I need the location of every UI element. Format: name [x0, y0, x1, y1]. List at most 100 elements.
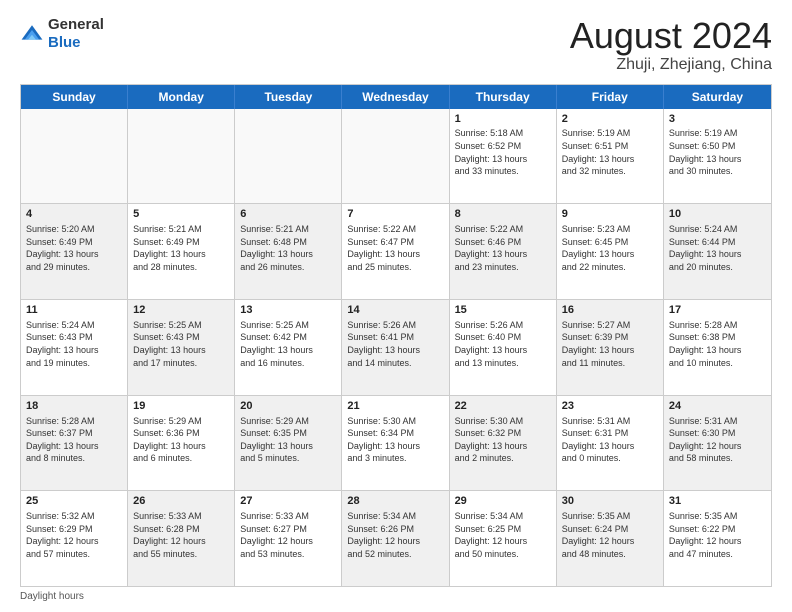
- cell-details: Sunrise: 5:20 AMSunset: 6:49 PMDaylight:…: [26, 223, 122, 273]
- table-row: 22Sunrise: 5:30 AMSunset: 6:32 PMDayligh…: [450, 396, 557, 491]
- table-row: 9Sunrise: 5:23 AMSunset: 6:45 PMDaylight…: [557, 204, 664, 299]
- cell-details: Sunrise: 5:18 AMSunset: 6:52 PMDaylight:…: [455, 127, 551, 177]
- day-number: 29: [455, 494, 551, 509]
- table-row: 30Sunrise: 5:35 AMSunset: 6:24 PMDayligh…: [557, 491, 664, 586]
- cell-details: Sunrise: 5:26 AMSunset: 6:40 PMDaylight:…: [455, 319, 551, 369]
- day-number: 6: [240, 207, 336, 222]
- cell-details: Sunrise: 5:34 AMSunset: 6:25 PMDaylight:…: [455, 510, 551, 560]
- header: General Blue August 2024 Zhuji, Zhejiang…: [20, 16, 772, 74]
- day-number: 10: [669, 207, 766, 222]
- cell-details: Sunrise: 5:24 AMSunset: 6:43 PMDaylight:…: [26, 319, 122, 369]
- day-header: Monday: [128, 85, 235, 109]
- cell-details: Sunrise: 5:33 AMSunset: 6:27 PMDaylight:…: [240, 510, 336, 560]
- calendar-body: 1Sunrise: 5:18 AMSunset: 6:52 PMDaylight…: [21, 109, 771, 586]
- footer-note: Daylight hours: [20, 587, 772, 602]
- cell-details: Sunrise: 5:19 AMSunset: 6:50 PMDaylight:…: [669, 127, 766, 177]
- cell-details: Sunrise: 5:19 AMSunset: 6:51 PMDaylight:…: [562, 127, 658, 177]
- main-title: August 2024: [570, 16, 772, 56]
- day-number: 1: [455, 112, 551, 127]
- subtitle: Zhuji, Zhejiang, China: [570, 56, 772, 74]
- day-number: 24: [669, 399, 766, 414]
- logo-general: General: [48, 16, 104, 34]
- table-row: [21, 109, 128, 204]
- cell-details: Sunrise: 5:31 AMSunset: 6:31 PMDaylight:…: [562, 415, 658, 465]
- table-row: [235, 109, 342, 204]
- cell-details: Sunrise: 5:25 AMSunset: 6:42 PMDaylight:…: [240, 319, 336, 369]
- day-number: 9: [562, 207, 658, 222]
- calendar-header: SundayMondayTuesdayWednesdayThursdayFrid…: [21, 85, 771, 109]
- day-number: 25: [26, 494, 122, 509]
- day-header: Thursday: [450, 85, 557, 109]
- table-row: [342, 109, 449, 204]
- calendar-row: 1Sunrise: 5:18 AMSunset: 6:52 PMDaylight…: [21, 109, 771, 204]
- cell-details: Sunrise: 5:22 AMSunset: 6:47 PMDaylight:…: [347, 223, 443, 273]
- cell-details: Sunrise: 5:21 AMSunset: 6:48 PMDaylight:…: [240, 223, 336, 273]
- day-number: 23: [562, 399, 658, 414]
- day-number: 3: [669, 112, 766, 127]
- table-row: 3Sunrise: 5:19 AMSunset: 6:50 PMDaylight…: [664, 109, 771, 204]
- logo-icon: [20, 22, 44, 46]
- table-row: 23Sunrise: 5:31 AMSunset: 6:31 PMDayligh…: [557, 396, 664, 491]
- table-row: 29Sunrise: 5:34 AMSunset: 6:25 PMDayligh…: [450, 491, 557, 586]
- page: General Blue August 2024 Zhuji, Zhejiang…: [0, 0, 792, 612]
- day-number: 26: [133, 494, 229, 509]
- cell-details: Sunrise: 5:33 AMSunset: 6:28 PMDaylight:…: [133, 510, 229, 560]
- day-number: 4: [26, 207, 122, 222]
- table-row: 13Sunrise: 5:25 AMSunset: 6:42 PMDayligh…: [235, 300, 342, 395]
- title-block: August 2024 Zhuji, Zhejiang, China: [570, 16, 772, 74]
- table-row: 5Sunrise: 5:21 AMSunset: 6:49 PMDaylight…: [128, 204, 235, 299]
- day-number: 8: [455, 207, 551, 222]
- day-number: 22: [455, 399, 551, 414]
- table-row: 17Sunrise: 5:28 AMSunset: 6:38 PMDayligh…: [664, 300, 771, 395]
- table-row: 1Sunrise: 5:18 AMSunset: 6:52 PMDaylight…: [450, 109, 557, 204]
- table-row: 27Sunrise: 5:33 AMSunset: 6:27 PMDayligh…: [235, 491, 342, 586]
- table-row: 25Sunrise: 5:32 AMSunset: 6:29 PMDayligh…: [21, 491, 128, 586]
- table-row: 20Sunrise: 5:29 AMSunset: 6:35 PMDayligh…: [235, 396, 342, 491]
- cell-details: Sunrise: 5:24 AMSunset: 6:44 PMDaylight:…: [669, 223, 766, 273]
- table-row: 2Sunrise: 5:19 AMSunset: 6:51 PMDaylight…: [557, 109, 664, 204]
- cell-details: Sunrise: 5:29 AMSunset: 6:36 PMDaylight:…: [133, 415, 229, 465]
- calendar-row: 4Sunrise: 5:20 AMSunset: 6:49 PMDaylight…: [21, 203, 771, 299]
- calendar-row: 25Sunrise: 5:32 AMSunset: 6:29 PMDayligh…: [21, 490, 771, 586]
- day-number: 27: [240, 494, 336, 509]
- table-row: 10Sunrise: 5:24 AMSunset: 6:44 PMDayligh…: [664, 204, 771, 299]
- day-number: 17: [669, 303, 766, 318]
- table-row: 12Sunrise: 5:25 AMSunset: 6:43 PMDayligh…: [128, 300, 235, 395]
- table-row: 7Sunrise: 5:22 AMSunset: 6:47 PMDaylight…: [342, 204, 449, 299]
- table-row: 28Sunrise: 5:34 AMSunset: 6:26 PMDayligh…: [342, 491, 449, 586]
- cell-details: Sunrise: 5:27 AMSunset: 6:39 PMDaylight:…: [562, 319, 658, 369]
- cell-details: Sunrise: 5:26 AMSunset: 6:41 PMDaylight:…: [347, 319, 443, 369]
- daylight-label: Daylight hours: [20, 591, 84, 602]
- cell-details: Sunrise: 5:25 AMSunset: 6:43 PMDaylight:…: [133, 319, 229, 369]
- cell-details: Sunrise: 5:30 AMSunset: 6:32 PMDaylight:…: [455, 415, 551, 465]
- cell-details: Sunrise: 5:32 AMSunset: 6:29 PMDaylight:…: [26, 510, 122, 560]
- table-row: 31Sunrise: 5:35 AMSunset: 6:22 PMDayligh…: [664, 491, 771, 586]
- calendar-row: 11Sunrise: 5:24 AMSunset: 6:43 PMDayligh…: [21, 299, 771, 395]
- day-number: 20: [240, 399, 336, 414]
- day-header: Wednesday: [342, 85, 449, 109]
- day-number: 31: [669, 494, 766, 509]
- table-row: 14Sunrise: 5:26 AMSunset: 6:41 PMDayligh…: [342, 300, 449, 395]
- table-row: [128, 109, 235, 204]
- day-number: 18: [26, 399, 122, 414]
- cell-details: Sunrise: 5:28 AMSunset: 6:37 PMDaylight:…: [26, 415, 122, 465]
- cell-details: Sunrise: 5:29 AMSunset: 6:35 PMDaylight:…: [240, 415, 336, 465]
- cell-details: Sunrise: 5:31 AMSunset: 6:30 PMDaylight:…: [669, 415, 766, 465]
- day-number: 14: [347, 303, 443, 318]
- table-row: 4Sunrise: 5:20 AMSunset: 6:49 PMDaylight…: [21, 204, 128, 299]
- day-number: 13: [240, 303, 336, 318]
- day-number: 5: [133, 207, 229, 222]
- day-header: Saturday: [664, 85, 771, 109]
- day-header: Sunday: [21, 85, 128, 109]
- day-number: 30: [562, 494, 658, 509]
- day-number: 12: [133, 303, 229, 318]
- table-row: 8Sunrise: 5:22 AMSunset: 6:46 PMDaylight…: [450, 204, 557, 299]
- table-row: 21Sunrise: 5:30 AMSunset: 6:34 PMDayligh…: [342, 396, 449, 491]
- logo: General Blue: [20, 16, 104, 52]
- day-number: 21: [347, 399, 443, 414]
- day-number: 11: [26, 303, 122, 318]
- day-header: Tuesday: [235, 85, 342, 109]
- day-number: 16: [562, 303, 658, 318]
- cell-details: Sunrise: 5:23 AMSunset: 6:45 PMDaylight:…: [562, 223, 658, 273]
- calendar-row: 18Sunrise: 5:28 AMSunset: 6:37 PMDayligh…: [21, 395, 771, 491]
